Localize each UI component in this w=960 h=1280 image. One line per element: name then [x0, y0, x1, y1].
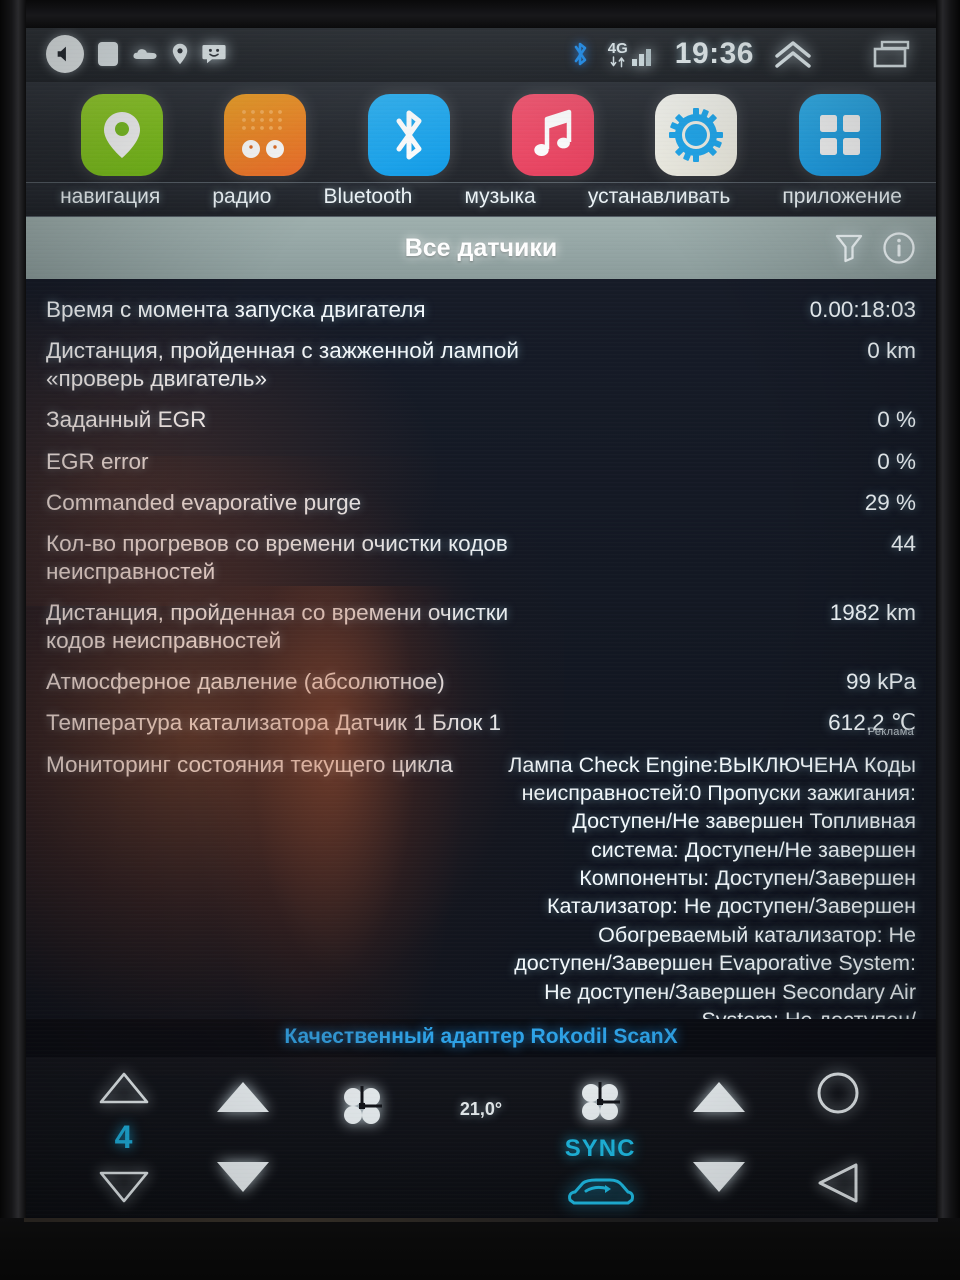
home-circle-icon[interactable] — [814, 1069, 862, 1117]
chevron-up-icon[interactable] — [772, 38, 814, 70]
fan-icon[interactable] — [577, 1079, 623, 1125]
triangle-up-icon[interactable] — [691, 1080, 747, 1114]
sensor-value: Лампа Check Engine:ВЫКЛЮЧЕНА Коды неиспр… — [508, 752, 916, 1020]
app-applications[interactable] — [799, 94, 882, 176]
triangle-down-icon[interactable] — [215, 1160, 271, 1194]
sensor-value: 0 % — [877, 407, 916, 433]
network-type-label: 4G — [607, 39, 628, 57]
triangle-down-outline-icon[interactable] — [98, 1170, 150, 1204]
app-music[interactable] — [511, 94, 594, 176]
music-note-icon[interactable] — [511, 94, 594, 176]
app-label-radio[interactable]: радио — [212, 185, 271, 209]
table-row[interactable]: Атмосферное давление (абсолютное) 99 kPa — [46, 661, 916, 702]
grid-apps-icon[interactable] — [799, 94, 882, 176]
bezel-left — [0, 0, 26, 1280]
radio-icon[interactable] — [224, 94, 307, 176]
sensor-name: Дистанция, пройденная с зажженной лампой… — [46, 338, 519, 392]
app-radio[interactable] — [224, 94, 307, 176]
table-row[interactable]: Дистанция, пройденная с зажженной лампой… — [46, 330, 916, 399]
triangle-up-outline-icon[interactable] — [98, 1071, 150, 1105]
table-row[interactable]: EGR error 0 % — [46, 441, 916, 482]
sensor-value: 1982 km — [829, 600, 916, 625]
gear-icon[interactable] — [655, 94, 738, 176]
driver-fan-icon-column[interactable] — [302, 1057, 421, 1217]
triangle-up-icon[interactable] — [215, 1080, 271, 1114]
sensor-value: 99 kPa — [845, 669, 916, 695]
table-row[interactable]: Температура катализатора Датчик 1 Блок 1… — [46, 702, 916, 743]
app-settings[interactable] — [655, 94, 738, 176]
table-row[interactable]: Кол-во прогревов со времени очистки кодо… — [46, 523, 916, 592]
app-label-applications[interactable]: приложение — [782, 185, 901, 209]
passenger-fan-sync-column: SYNC — [541, 1057, 660, 1217]
driver-temperature-column: 21,0° — [421, 1057, 540, 1217]
table-row[interactable]: Время с момента запуска двигателя 0.00:1… — [46, 289, 916, 330]
system-nav-column — [779, 1057, 898, 1217]
ad-disclosure-label: Реклама — [867, 726, 914, 738]
ad-banner[interactable]: Качественный адаптер Rokodil ScanX — [24, 1019, 938, 1057]
fan-level-value: 4 — [114, 1118, 133, 1155]
app-label-navigation[interactable]: навигация — [60, 185, 160, 209]
head-unit-screen: 4G 19:36 навигация радио Bluetooth музык… — [24, 26, 938, 1218]
table-row[interactable]: Дистанция, пройденная со времени очистки… — [46, 592, 916, 661]
sensor-name: Commanded evaporative purge — [46, 489, 362, 515]
back-triangle-icon[interactable] — [814, 1161, 862, 1205]
signal-bars-icon — [631, 48, 651, 66]
bezel-bottom — [0, 1218, 960, 1280]
sensor-value: 29 % — [864, 489, 916, 515]
app-navigation[interactable] — [80, 94, 163, 176]
obd-app-header: Все датчики — [24, 217, 938, 279]
sensor-list[interactable]: Время с момента запуска двигателя 0.00:1… — [24, 279, 938, 1019]
sensor-value: 0 km — [867, 338, 916, 364]
bezel-top — [0, 0, 960, 28]
sensor-value: 0.00:18:03 — [809, 297, 916, 322]
table-row[interactable]: Мониторинг состояния текущего цикла Ламп… — [46, 744, 916, 1020]
status-bar-clock: 19:36 — [674, 37, 754, 70]
sensor-name: Время с момента запуска двигателя — [46, 297, 426, 322]
volume-icon[interactable] — [46, 35, 84, 73]
app-label-settings[interactable]: устанавливать — [588, 185, 730, 209]
cloud-icon — [132, 46, 158, 62]
info-icon[interactable] — [882, 231, 916, 265]
fan-icon[interactable] — [339, 1083, 385, 1129]
app-launcher-labels: навигация радио Bluetooth музыка устанав… — [24, 182, 938, 217]
temperature-value: 21,0° — [459, 1099, 503, 1119]
sensor-name: Температура катализатора Датчик 1 Блок 1 — [46, 710, 502, 736]
driver-fan-column: 4 — [64, 1057, 183, 1217]
sensor-value: 44 — [890, 530, 916, 556]
status-bar: 4G 19:36 — [24, 26, 938, 82]
data-transfer-icon — [610, 55, 625, 67]
driver-temp-column — [183, 1057, 302, 1217]
filter-icon[interactable] — [834, 232, 864, 264]
car-recirculation-icon[interactable] — [564, 1173, 636, 1211]
app-launcher: навигация радио Bluetooth музыка устанав… — [24, 82, 938, 217]
bezel-right — [936, 0, 960, 1280]
app-bluetooth[interactable] — [368, 94, 451, 176]
table-row[interactable]: Commanded evaporative purge 29 % — [46, 482, 916, 523]
sim-card-icon — [98, 42, 118, 66]
navigation-icon[interactable] — [80, 94, 163, 176]
page-title: Все датчики — [404, 233, 558, 262]
triangle-down-icon[interactable] — [691, 1160, 747, 1194]
ad-banner-text[interactable]: Качественный адаптер Rokodil ScanX — [284, 1025, 677, 1048]
sensor-name: Дистанция, пройденная со времени очистки… — [46, 600, 509, 654]
table-row[interactable]: Заданный EGR 0 % — [46, 399, 916, 440]
climate-control-bar: 4 21,0° SYNC — [24, 1057, 938, 1217]
sensor-name: Атмосферное давление (абсолютное) — [46, 669, 445, 695]
app-label-music[interactable]: музыка — [464, 185, 535, 209]
sensor-name: Кол-во прогревов со времени очистки кодо… — [46, 530, 508, 584]
recent-apps-icon[interactable] — [872, 38, 916, 70]
photo-of-head-unit: 4G 19:36 навигация радио Bluetooth музык… — [0, 0, 960, 1280]
sensor-name: EGR error — [46, 448, 149, 474]
bluetooth-icon — [570, 40, 590, 68]
sensor-name: Мониторинг состояния текущего цикла — [46, 751, 453, 777]
sync-label[interactable]: SYNC — [565, 1135, 636, 1163]
sensor-name: Заданный EGR — [46, 407, 207, 433]
location-pin-icon — [172, 43, 188, 65]
app-label-bluetooth[interactable]: Bluetooth — [324, 185, 413, 209]
sensor-value: 0 % — [877, 448, 916, 474]
passenger-temp-column — [660, 1057, 779, 1217]
message-icon — [202, 44, 226, 64]
bluetooth-icon[interactable] — [368, 94, 451, 176]
